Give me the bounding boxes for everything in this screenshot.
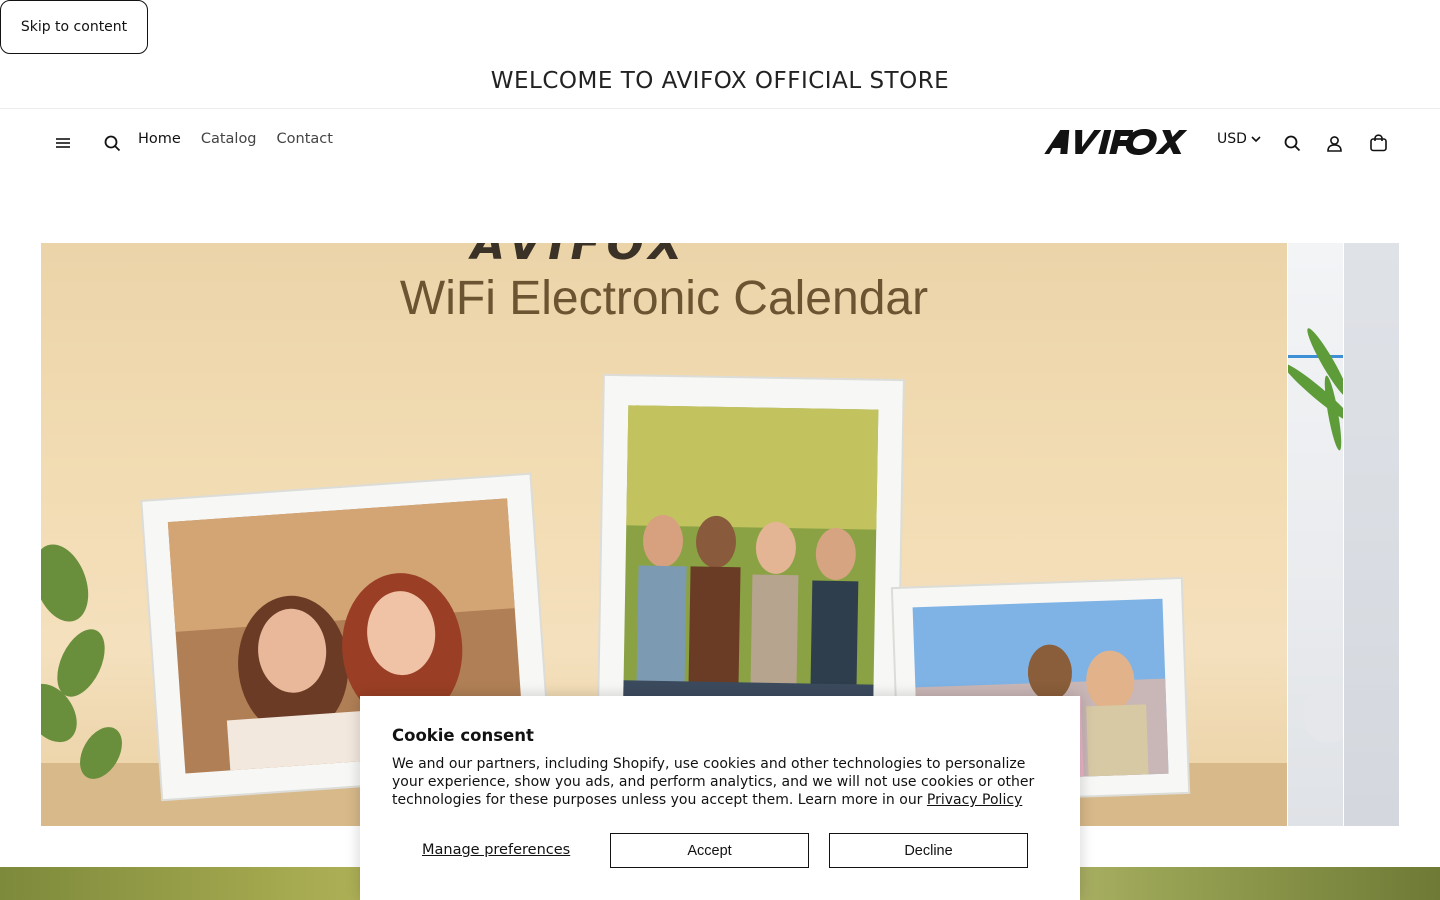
search-icon[interactable]	[98, 129, 126, 157]
plant-right	[1283, 328, 1353, 743]
cookie-consent-banner: Cookie consent We and our partners, incl…	[360, 696, 1080, 900]
nav-catalog[interactable]: Catalog	[201, 131, 257, 147]
skip-to-content-link[interactable]: Skip to content	[0, 0, 148, 54]
currency-selector[interactable]: USD	[1217, 131, 1261, 147]
accept-button[interactable]: Accept	[610, 833, 809, 868]
store-logo[interactable]	[1042, 127, 1192, 157]
cookie-text: We and our partners, including Shopify, …	[392, 755, 1052, 809]
next-slide-peek-2[interactable]	[1344, 243, 1399, 826]
next-slide-peek[interactable]	[1283, 243, 1353, 826]
menu-icon[interactable]	[48, 129, 78, 157]
cookie-actions: Manage preferences Accept Decline	[392, 833, 1048, 869]
main-nav: Home Catalog Contact	[138, 131, 333, 147]
avifox-logo-mark	[1044, 129, 1188, 155]
chevron-down-icon	[1251, 135, 1261, 142]
cookie-title: Cookie consent	[392, 726, 534, 745]
site-header: Home Catalog Contact USD	[0, 109, 1440, 177]
decline-button[interactable]: Decline	[829, 833, 1028, 868]
nav-contact[interactable]: Contact	[277, 131, 333, 147]
account-icon[interactable]	[1320, 129, 1348, 157]
announcement-bar: WELCOME TO AVIFOX OFFICIAL STORE	[0, 54, 1440, 109]
cart-icon[interactable]	[1364, 129, 1392, 157]
search-icon[interactable]	[1278, 129, 1306, 157]
manage-preferences-link[interactable]: Manage preferences	[422, 842, 570, 858]
privacy-policy-link[interactable]: Privacy Policy	[927, 792, 1022, 808]
plant-left	[41, 544, 122, 779]
currency-label: USD	[1217, 131, 1247, 147]
nav-home[interactable]: Home	[138, 131, 181, 147]
